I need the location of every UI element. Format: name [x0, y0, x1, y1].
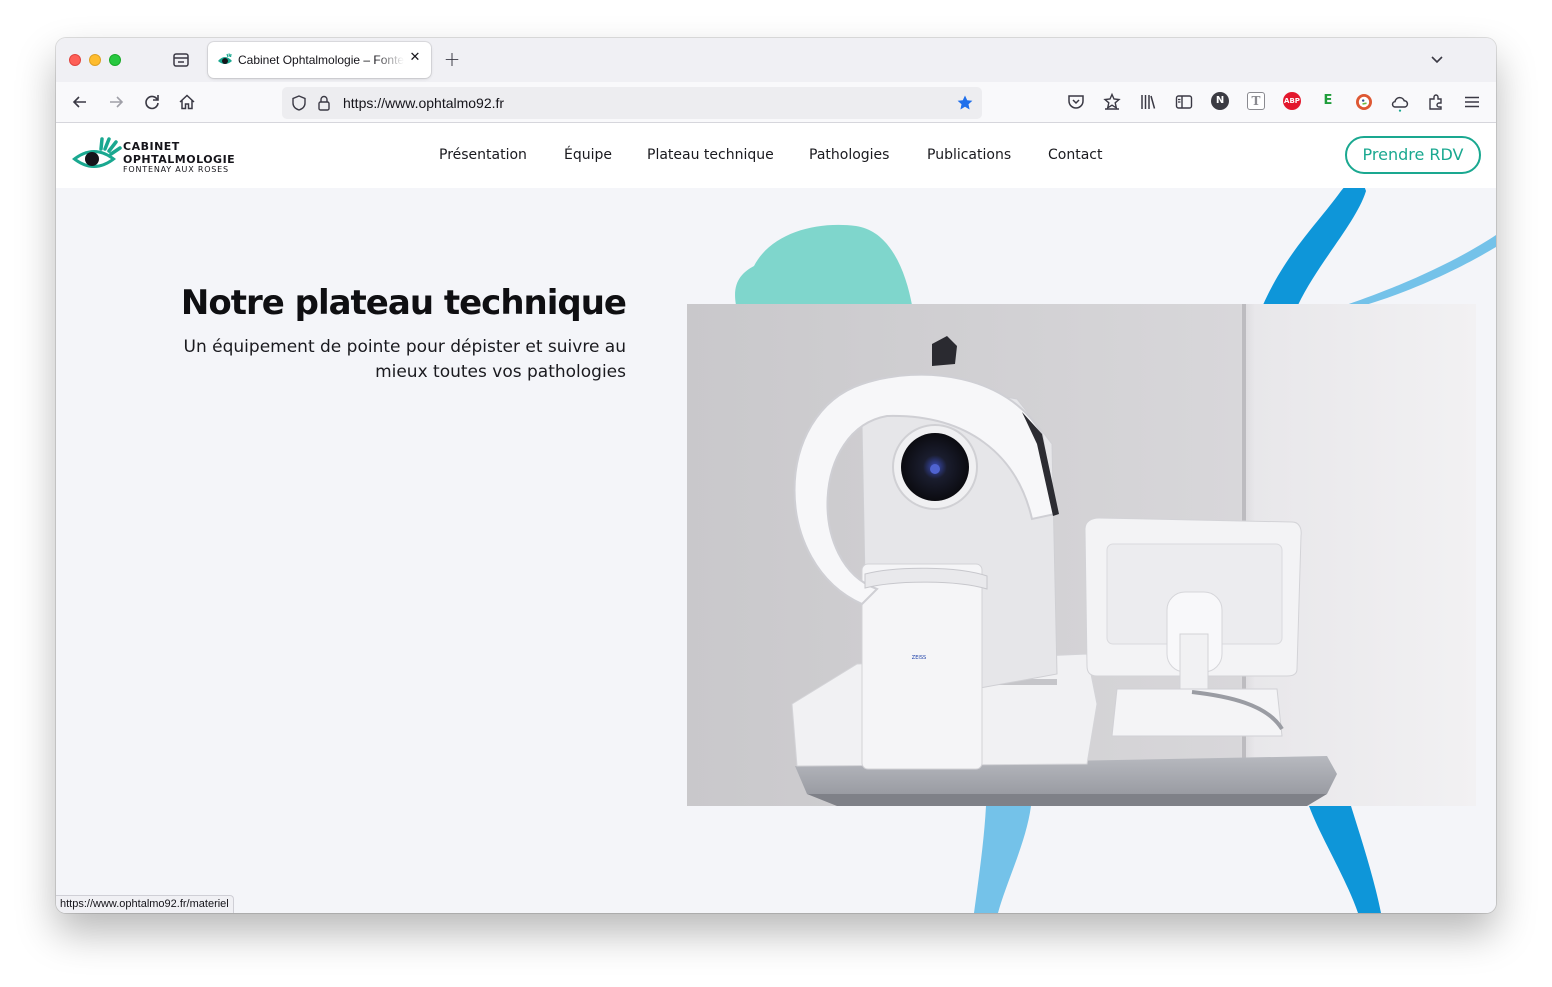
- active-tab[interactable]: Cabinet Ophtalmologie – Fontenay aux Ros…: [208, 42, 431, 78]
- sidebar-icon[interactable]: [1174, 92, 1194, 112]
- prendre-rdv-button[interactable]: Prendre RDV: [1345, 136, 1481, 174]
- menu-icon[interactable]: [1462, 92, 1482, 112]
- new-tab-icon[interactable]: +: [442, 49, 462, 69]
- pocket-icon[interactable]: [1066, 92, 1086, 112]
- n-extension-icon[interactable]: N: [1211, 92, 1229, 110]
- browser-toolbar: https://www.ophtalmo92.fr N T ABP E: [56, 82, 1496, 123]
- extensions-puzzle-icon[interactable]: [1102, 92, 1122, 112]
- window-close-button[interactable]: [69, 54, 81, 66]
- nav-contact[interactable]: Contact: [1048, 147, 1102, 163]
- nav-plateau-technique[interactable]: Plateau technique: [647, 147, 774, 163]
- tab-overflow-chevron-icon[interactable]: [1430, 52, 1444, 66]
- url-bar[interactable]: https://www.ophtalmo92.fr: [282, 87, 982, 119]
- site-logo[interactable]: CABINET OPHTALMOLOGIE FONTENAY AUX ROSES: [70, 135, 240, 177]
- window-minimize-button[interactable]: [89, 54, 101, 66]
- window-maximize-button[interactable]: [109, 54, 121, 66]
- web-page: CABINET OPHTALMOLOGIE FONTENAY AUX ROSES…: [56, 123, 1496, 913]
- status-bar-link-preview: https://www.ophtalmo92.fr/materiel: [56, 895, 234, 913]
- logo-line-3: FONTENAY AUX ROSES: [123, 165, 229, 174]
- bookmark-star-icon[interactable]: [956, 94, 974, 112]
- library-icon[interactable]: [1138, 92, 1158, 112]
- home-icon[interactable]: [177, 92, 197, 112]
- nav-equipe[interactable]: Équipe: [564, 147, 612, 163]
- url-text[interactable]: https://www.ophtalmo92.fr: [343, 95, 504, 111]
- svg-text:ZEISS: ZEISS: [912, 655, 926, 661]
- tab-list-icon[interactable]: [172, 51, 190, 69]
- shield-icon[interactable]: [290, 94, 308, 112]
- e-extension-icon[interactable]: E: [1319, 92, 1337, 110]
- nav-pathologies[interactable]: Pathologies: [809, 147, 889, 163]
- duckduckgo-icon[interactable]: [1354, 92, 1374, 112]
- hero-title: Notre plateau technique: [180, 283, 627, 323]
- t-extension-icon[interactable]: T: [1247, 92, 1265, 110]
- site-favicon-icon: [218, 53, 232, 64]
- forward-icon[interactable]: [106, 92, 126, 112]
- equipment-photo: ZEISS: [687, 304, 1476, 806]
- eye-logo-icon: [72, 137, 122, 168]
- logo-line-1: CABINET: [123, 140, 180, 153]
- extensions-icon[interactable]: [1426, 92, 1446, 112]
- tab-close-icon[interactable]: ✕: [408, 51, 422, 65]
- sync-cloud-icon[interactable]: [1390, 92, 1410, 112]
- hero-subtitle: Un équipement de pointe pour dépister et…: [183, 337, 626, 382]
- nav-presentation[interactable]: Présentation: [439, 147, 527, 163]
- reload-icon[interactable]: [142, 92, 162, 112]
- tab-strip: Cabinet Ophtalmologie – Fontenay aux Ros…: [56, 38, 1496, 82]
- adblock-plus-icon[interactable]: ABP: [1283, 92, 1301, 110]
- back-icon[interactable]: [70, 92, 90, 112]
- tab-title: Cabinet Ophtalmologie – Fontenay aux Ros…: [238, 53, 404, 67]
- browser-window: Cabinet Ophtalmologie – Fontenay aux Ros…: [56, 38, 1496, 913]
- nav-publications[interactable]: Publications: [927, 147, 1011, 163]
- lock-icon[interactable]: [316, 94, 332, 112]
- site-header: CABINET OPHTALMOLOGIE FONTENAY AUX ROSES…: [56, 123, 1496, 188]
